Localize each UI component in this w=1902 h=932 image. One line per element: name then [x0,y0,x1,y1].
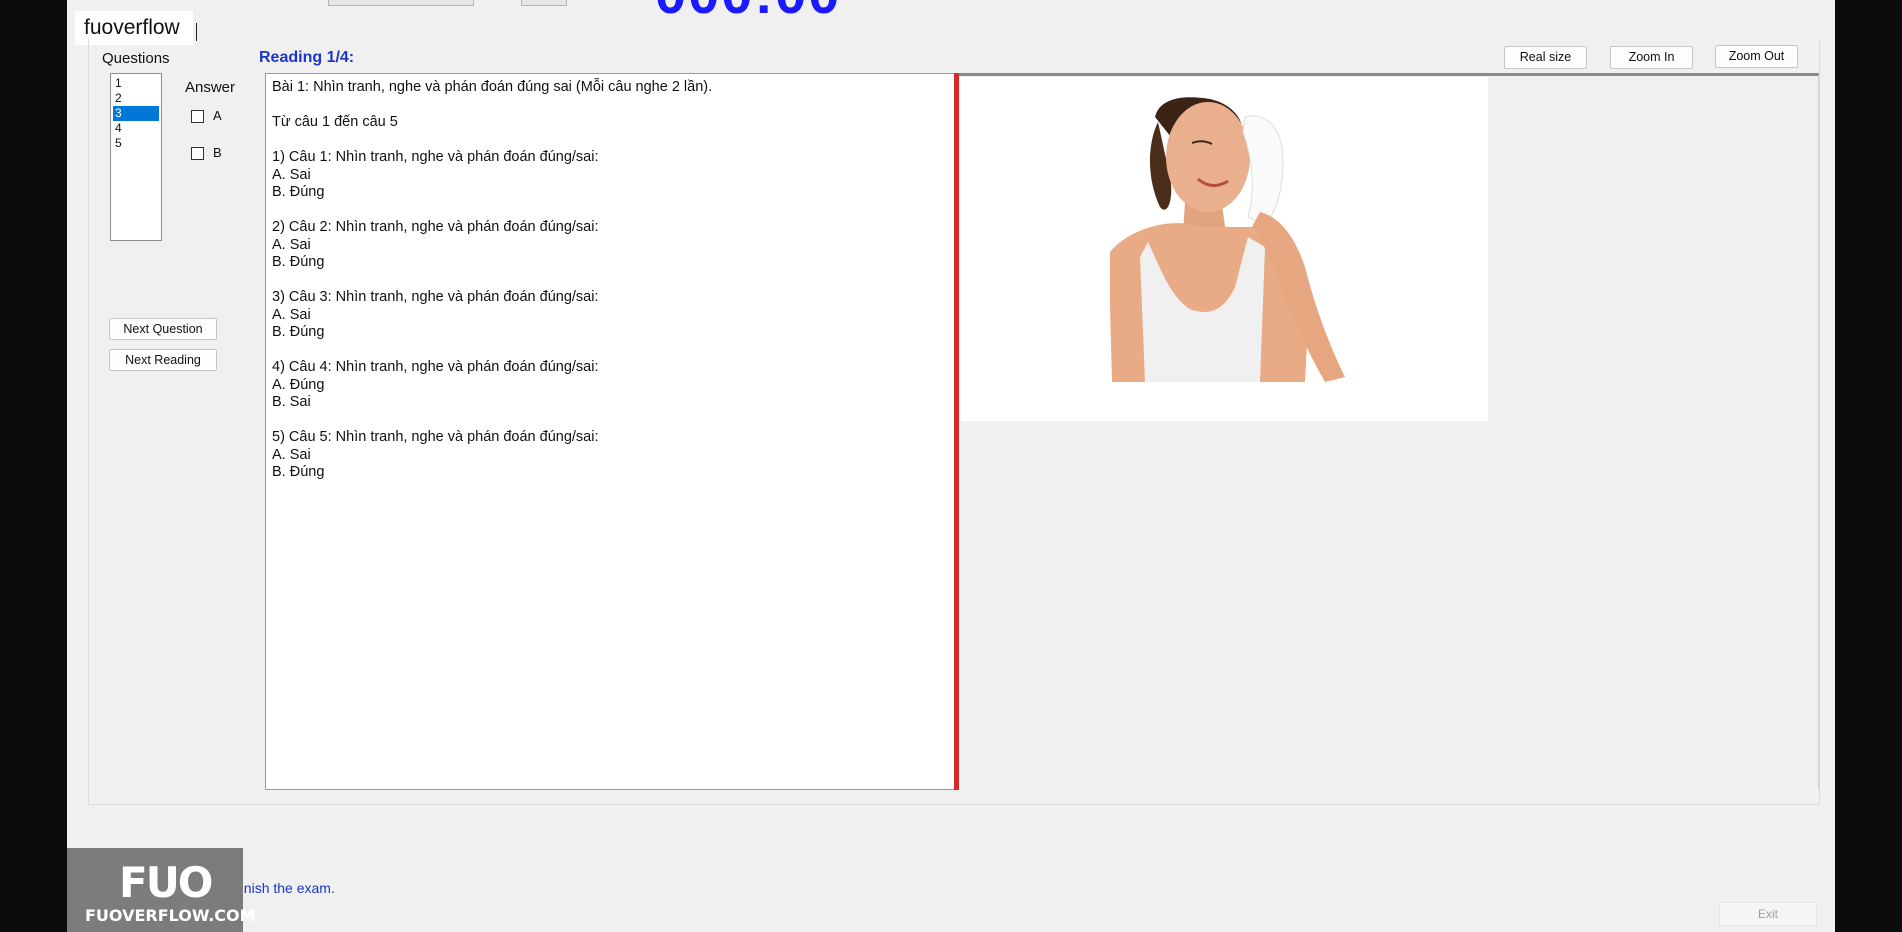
reading-title: Reading 1/4: [259,49,355,66]
real-size-button[interactable]: Real size [1504,46,1587,69]
countdown-timer: 000:00 [655,0,841,22]
reading-line: 1) Câu 1: Nhìn tranh, nghe và phán đoán … [272,149,599,165]
question-item-3[interactable]: 3 [113,106,159,121]
logo-mark: FUO [119,858,213,907]
reading-line: Bài 1: Nhìn tranh, nghe và phán đoán đún… [272,79,713,95]
reading-line: B. Đúng [272,324,325,340]
fuoverflow-watermark-logo: FUO FUOVERFLOW.COM [67,848,256,932]
question-item-2[interactable]: 2 [113,91,159,106]
question-item-1[interactable]: 1 [113,76,159,91]
reading-line: A. Sai [272,446,311,463]
questions-label: Questions [102,50,170,67]
reading-line: A. Đúng [272,376,325,393]
answer-b-checkbox[interactable] [191,147,204,160]
question-list[interactable]: 1 2 3 4 5 [110,73,162,241]
answer-a-label: A [213,108,222,123]
question-item-4[interactable]: 4 [113,121,159,136]
reading-line: A. Sai [272,166,311,183]
reading-line: B. Sai [272,394,311,410]
reading-line: Từ câu 1 đến câu 5 [272,114,398,130]
reading-text-pane[interactable]: Bài 1: Nhìn tranh, nghe và phán đoán đún… [265,73,956,790]
answer-b-label: B [213,145,222,160]
reading-line: 4) Câu 4: Nhìn tranh, nghe và phán đoán … [272,359,599,375]
reading-line: 5) Câu 5: Nhìn tranh, nghe và phán đoán … [272,429,599,445]
question-item-5[interactable]: 5 [113,136,159,151]
answer-label: Answer [185,79,236,96]
top-dropdown[interactable] [328,0,474,6]
logo-text: FUOVERFLOW.COM [85,906,256,925]
top-spinner[interactable] [521,0,567,6]
reading-line: B. Đúng [272,254,325,270]
reading-line: B. Đúng [272,184,325,200]
reading-line: A. Sai [272,306,311,323]
next-reading-button[interactable]: Next Reading [109,349,217,371]
reading-line: B. Đúng [272,464,325,480]
next-question-button[interactable]: Next Question [109,318,217,340]
reading-line: 3) Câu 3: Nhìn tranh, nghe và phán đoán … [272,289,599,305]
reading-line: A. Sai [272,236,311,253]
exam-window: 000:00 fuoverflow Questions 1 2 3 4 5 An… [67,0,1835,932]
woman-wiping-face-image [1110,97,1345,382]
exit-button[interactable]: Exit [1719,902,1817,926]
question-picture [960,77,1488,421]
answer-a-checkbox[interactable] [191,110,204,123]
reading-line: 2) Câu 2: Nhìn tranh, nghe và phán đoán … [272,219,599,235]
zoom-in-button[interactable]: Zoom In [1610,46,1693,69]
zoom-out-button[interactable]: Zoom Out [1715,45,1798,68]
